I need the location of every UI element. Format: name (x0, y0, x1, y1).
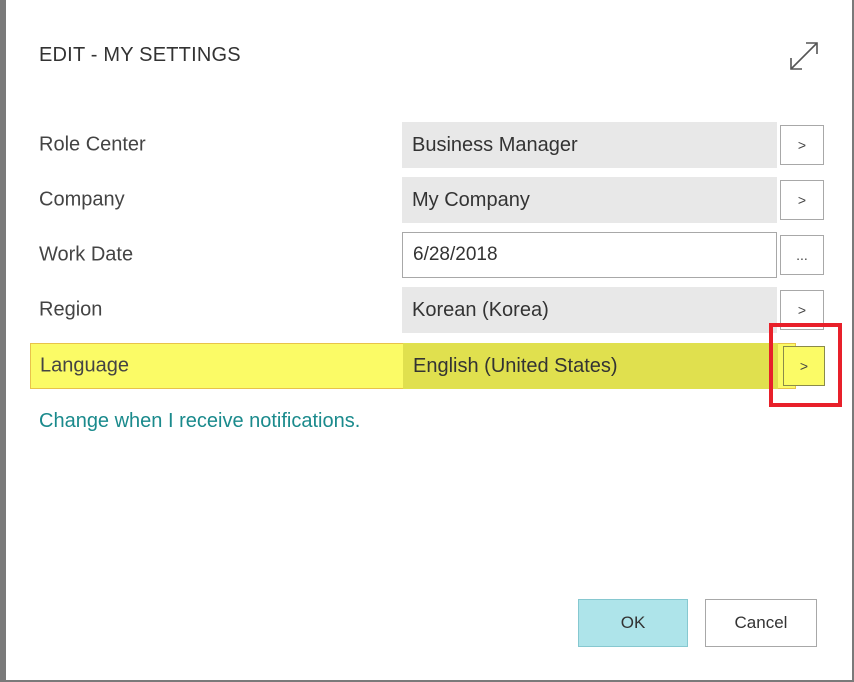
role-center-lookup-button[interactable]: > (780, 125, 824, 165)
dialog-title: EDIT - MY SETTINGS (39, 44, 241, 66)
annotation-highlight-box (769, 323, 842, 407)
ok-button[interactable]: OK (578, 599, 688, 647)
language-field[interactable]: English (United States) (403, 343, 778, 389)
field-row-work-date: Work Date 6/28/2018 ... (30, 232, 824, 278)
field-label: Work Date (39, 243, 134, 266)
cancel-button[interactable]: Cancel (705, 599, 817, 647)
field-row-region: Region Korean (Korea) > (30, 287, 824, 333)
company-field[interactable]: My Company (402, 177, 777, 223)
role-center-field[interactable]: Business Manager (402, 122, 777, 168)
field-row-role-center: Role Center Business Manager > (30, 122, 824, 168)
field-row-company: Company My Company > (30, 177, 824, 223)
work-date-picker-button[interactable]: ... (780, 235, 824, 275)
field-label: Language (40, 354, 129, 377)
company-lookup-button[interactable]: > (780, 180, 824, 220)
field-row-language: Language English (United States) > (30, 343, 825, 389)
change-notifications-link[interactable]: Change when I receive notifications. (39, 410, 360, 433)
settings-dialog: EDIT - MY SETTINGS Role Center Business … (0, 0, 854, 682)
field-label: Role Center (39, 133, 146, 156)
work-date-input[interactable]: 6/28/2018 (402, 232, 777, 278)
field-label: Company (39, 188, 125, 211)
field-label: Region (39, 298, 103, 321)
expand-icon[interactable] (784, 36, 824, 76)
region-field[interactable]: Korean (Korea) (402, 287, 777, 333)
expand-diagonal-icon (790, 42, 818, 70)
